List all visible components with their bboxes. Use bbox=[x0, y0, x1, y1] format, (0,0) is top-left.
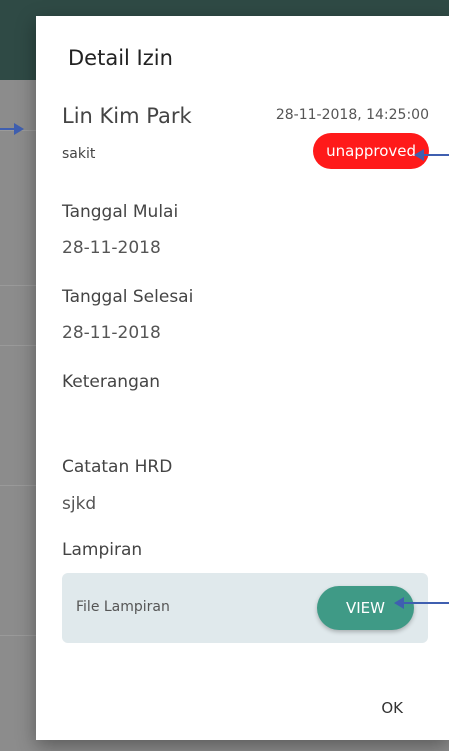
hrd-notes-label: Catatan HRD bbox=[62, 457, 173, 477]
hrd-notes-value: sjkd bbox=[62, 494, 97, 514]
annotation-arrowhead bbox=[14, 123, 24, 135]
start-date-label: Tanggal Mulai bbox=[62, 202, 179, 222]
submitted-timestamp: 28-11-2018, 14:25:00 bbox=[275, 107, 429, 123]
annotation-arrowhead bbox=[414, 149, 424, 161]
notes-label: Keterangan bbox=[62, 372, 161, 392]
dialog-title: Detail Izin bbox=[68, 46, 173, 70]
attachment-card: File Lampiran VIEW bbox=[62, 573, 428, 643]
annotation-arrowhead bbox=[394, 597, 404, 609]
annotation-arrow bbox=[403, 602, 449, 604]
status-badge: unapproved bbox=[313, 133, 429, 169]
attachment-file-label: File Lampiran bbox=[76, 599, 170, 615]
attachment-label: Lampiran bbox=[62, 540, 143, 560]
employee-name: Lin Kim Park bbox=[62, 104, 192, 128]
end-date-label: Tanggal Selesai bbox=[62, 287, 194, 307]
annotation-arrow bbox=[423, 154, 449, 156]
leave-reason: sakit bbox=[62, 146, 96, 162]
leave-detail-dialog: Detail Izin Lin Kim Park 28-11-2018, 14:… bbox=[36, 16, 449, 740]
end-date-value: 28-11-2018 bbox=[62, 323, 161, 343]
start-date-value: 28-11-2018 bbox=[62, 238, 161, 258]
ok-button[interactable]: OK bbox=[375, 698, 409, 718]
